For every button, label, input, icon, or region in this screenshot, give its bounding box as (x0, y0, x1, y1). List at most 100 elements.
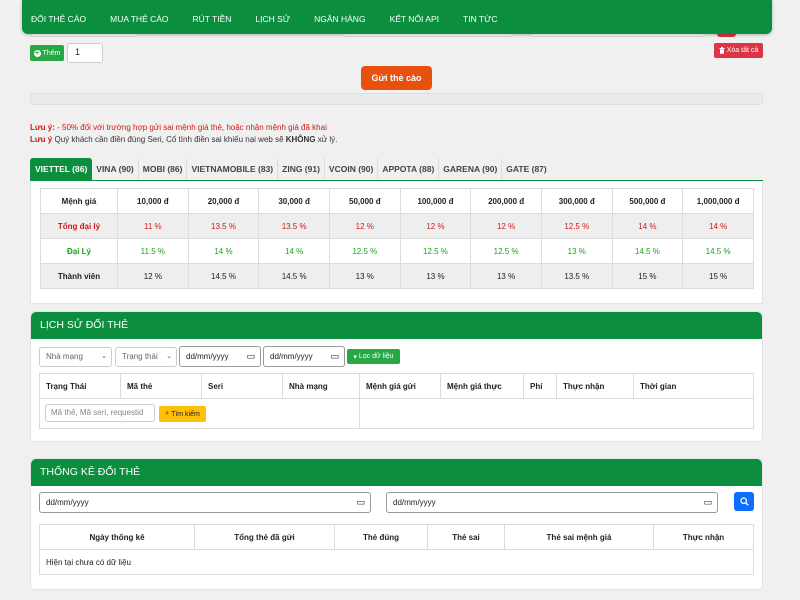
column-header[interactable]: Mệnh giá gửi (359, 373, 441, 399)
stats-date-to[interactable]: dd/mm/yyyy ▭ (386, 492, 718, 513)
history-date-to-value: dd/mm/yyyy (270, 352, 313, 361)
telco-tabs: VIETTEL (86) VINA (90) MOBI (86) VIETNAM… (30, 158, 551, 180)
stats-date-from[interactable]: dd/mm/yyyy ▭ (39, 492, 371, 513)
column-header[interactable]: Thời gian (633, 373, 754, 399)
rate-cell: 12.5 % (470, 238, 542, 264)
rate-cell: 13 % (399, 263, 472, 289)
rate-row-label: Đại Lý (40, 238, 118, 264)
rate-cell: 14 % (258, 238, 330, 264)
history-header-row: Trạng Thái Mã thẻ Seri Nhà mạng Mệnh giá… (39, 373, 754, 399)
history-search-label: Tìm kiếm (171, 410, 200, 418)
search-icon: ⌕ (165, 410, 170, 417)
column-header[interactable]: Nhà mạng (282, 373, 360, 399)
nav-item-lich-su[interactable]: LỊCH SỬ (255, 14, 290, 24)
chevron-down-icon: ⌄ (101, 353, 107, 360)
denomination-cell: 50,000 đ (328, 188, 401, 214)
column-header[interactable]: Trạng Thái (39, 373, 121, 399)
rate-cell: 13 % (540, 238, 613, 264)
note-text-1: - 50% đối với trường hợp gửi sai mệnh gi… (57, 123, 327, 132)
history-search-button[interactable]: ⌕ Tìm kiếm (159, 406, 206, 422)
denomination-cell: 200,000 đ (470, 188, 542, 214)
trash-icon (719, 47, 725, 54)
tab-vcoin[interactable]: VCOIN (90) (325, 158, 379, 180)
stats-header-row: Ngày thống kê Tổng thẻ đã gửi Thẻ đúng T… (39, 524, 754, 550)
progress-bar (30, 93, 763, 105)
column-header[interactable]: Mã thẻ (120, 373, 202, 399)
quantity-input[interactable]: 1 (67, 43, 103, 63)
column-header[interactable]: Ngày thống kê (39, 524, 195, 550)
tab-gate[interactable]: GATE (87) (502, 158, 550, 180)
rate-cell: 15 % (682, 263, 754, 289)
column-header[interactable]: Thẻ sai (427, 524, 505, 550)
history-title: LỊCH SỬ ĐỔI THẺ (31, 312, 762, 339)
status-select[interactable]: Trạng thái ⌄ (115, 347, 177, 367)
history-date-from-value: dd/mm/yyyy (186, 352, 229, 361)
rate-cell: 13 % (470, 263, 542, 289)
tab-viettel[interactable]: VIETTEL (86) (30, 158, 93, 180)
rate-row-thanh-vien: Thành viên 12 % 14.5 % 14.5 % 13 % 13 % … (40, 263, 754, 289)
nav-menu: ĐỔI THẺ CÀO MUA THẺ CÀO RÚT TIỀN LỊCH SỬ… (31, 14, 522, 24)
rate-cell: 11 % (117, 213, 189, 239)
nav-item-rut-tien[interactable]: RÚT TIỀN (193, 14, 232, 24)
history-search-cell: Mã thẻ, Mã seri, requestid ⌕ Tìm kiếm (39, 398, 360, 429)
rate-cell: 12 % (399, 213, 472, 239)
stats-search-button[interactable] (734, 492, 754, 511)
rate-cell: 15 % (611, 263, 684, 289)
rate-header-row: Mệnh giá 10,000 đ 20,000 đ 30,000 đ 50,0… (40, 188, 754, 214)
rate-cell: 14.5 % (682, 238, 754, 264)
column-header[interactable]: Phí (523, 373, 557, 399)
note-text-2-end: xử lý. (317, 135, 338, 144)
rate-cell: 14 % (611, 213, 684, 239)
submit-card-button[interactable]: Gửi thẻ cào (361, 66, 432, 90)
rate-row-tong-dai-ly: Tổng đại lý 11 % 13.5 % 13.5 % 12 % 12 %… (40, 213, 754, 239)
denomination-cell: 500,000 đ (611, 188, 684, 214)
nav-item-mua-the-cao[interactable]: MUA THẺ CÀO (110, 14, 168, 24)
note-text-2-bold: KHÔNG (285, 135, 316, 144)
stats-card: THỐNG KÊ ĐỔI THẺ dd/mm/yyyy ▭ dd/mm/yyyy… (30, 458, 763, 590)
history-search-input[interactable]: Mã thẻ, Mã seri, requestid (45, 404, 155, 422)
calendar-icon: ▭ (246, 351, 255, 361)
filter-button[interactable]: ▾ Lọc dữ liệu (347, 349, 400, 364)
clear-all-button[interactable]: Xóa tất cả (714, 43, 763, 58)
rate-cell: 11.5 % (117, 238, 189, 264)
history-body: Nhà mạng ⌄ Trạng thái ⌄ dd/mm/yyyy ▭ dd/… (31, 339, 764, 443)
rate-cell: 12.5 % (328, 238, 401, 264)
history-date-from[interactable]: dd/mm/yyyy ▭ (179, 346, 261, 367)
history-search-row: Mã thẻ, Mã seri, requestid ⌕ Tìm kiếm (39, 398, 754, 429)
column-header[interactable]: Tổng thẻ đã gửi (194, 524, 335, 550)
add-row-label: Thêm (42, 49, 61, 57)
tab-vina[interactable]: VINA (90) (92, 158, 139, 180)
nav-item-doi-the-cao[interactable]: ĐỔI THẺ CÀO (31, 14, 86, 24)
column-header[interactable]: Seri (201, 373, 283, 399)
column-header[interactable]: Thẻ đúng (334, 524, 428, 550)
history-table: Trạng Thái Mã thẻ Seri Nhà mạng Mệnh giá… (39, 373, 754, 429)
add-row-button[interactable]: + Thêm (30, 45, 64, 61)
nav-item-ngan-hang[interactable]: NGÂN HÀNG (314, 14, 365, 24)
column-header[interactable]: Thẻ sai mệnh giá (504, 524, 654, 550)
stats-table: Ngày thống kê Tổng thẻ đã gửi Thẻ đúng T… (39, 524, 754, 575)
rate-table: Mệnh giá 10,000 đ 20,000 đ 30,000 đ 50,0… (40, 188, 754, 289)
filter-button-label: Lọc dữ liệu (358, 353, 394, 360)
clear-all-label: Xóa tất cả (726, 47, 759, 54)
column-header[interactable]: Thực nhận (653, 524, 754, 550)
tab-zing[interactable]: ZING (91) (278, 158, 325, 180)
rate-cell: 14.5 % (258, 263, 330, 289)
column-header[interactable]: Thực nhận (556, 373, 634, 399)
nav-item-tin-tuc[interactable]: TIN TỨC (463, 14, 498, 24)
rate-cell: 14 % (187, 238, 260, 264)
tab-appota[interactable]: APPOTA (88) (378, 158, 440, 180)
calendar-icon: ▭ (330, 351, 339, 361)
history-date-to[interactable]: dd/mm/yyyy ▭ (263, 346, 345, 367)
tab-vietnamobile[interactable]: VIETNAMOBILE (83) (187, 158, 279, 180)
stats-empty-row: Hiện tại chưa có dữ liệu (39, 549, 754, 575)
tab-mobi[interactable]: MOBI (86) (139, 158, 188, 180)
nav-item-ket-noi-api[interactable]: KẾT NỐI API (390, 14, 439, 24)
stats-title: THỐNG KÊ ĐỔI THẺ (31, 459, 762, 486)
rate-cell: 12.5 % (399, 238, 472, 264)
note-label: Lưu ý: (30, 123, 55, 132)
network-select[interactable]: Nhà mạng ⌄ (39, 347, 112, 367)
tab-garena[interactable]: GARENA (90) (439, 158, 503, 180)
denomination-cell: 20,000 đ (187, 188, 260, 214)
column-header[interactable]: Mệnh giá thực (440, 373, 524, 399)
calendar-icon: ▭ (703, 497, 712, 507)
